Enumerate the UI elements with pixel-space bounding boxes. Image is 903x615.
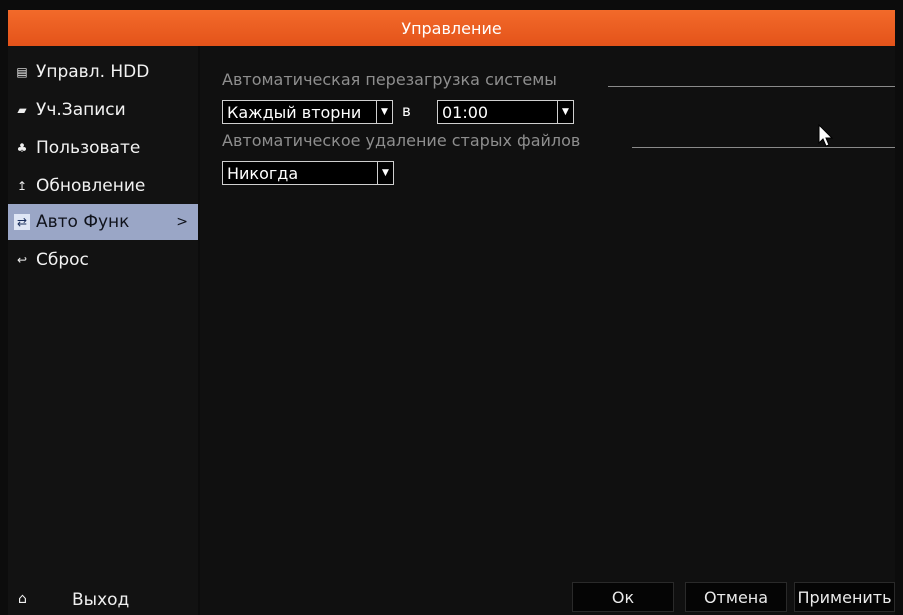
chevron-right-icon: > [176, 214, 188, 230]
sidebar-item-auto-functions[interactable]: ⇄ Авто Функ > [8, 204, 198, 240]
auto-reboot-title: Автоматическая перезагрузка системы [222, 70, 557, 89]
sidebar-item-label: Управл. HDD [36, 62, 150, 82]
reboot-time-value: 01:00 [442, 102, 489, 122]
window-title-bar: Управление [8, 10, 895, 46]
reset-icon: ↩ [16, 253, 28, 267]
folder-icon: ▰ [17, 103, 27, 117]
exit-label: Выход [72, 590, 130, 610]
sidebar-item-users[interactable]: ♣ Пользовате [8, 130, 198, 166]
sidebar-item-records[interactable]: ▰ Уч.Записи [8, 92, 198, 128]
cancel-label: Отмена [703, 587, 769, 607]
mouse-cursor-icon [818, 124, 834, 147]
auto-delete-title: Автоматическое удаление старых файлов [222, 131, 581, 150]
sidebar-item-label: Авто Функ [36, 212, 130, 232]
reboot-day-select[interactable]: Каждый вторни ▼ [222, 100, 393, 124]
auto-delete-value: Никогда [227, 163, 299, 183]
home-icon: ⌂ [18, 591, 27, 607]
sidebar-item-label: Сброс [36, 250, 89, 270]
reboot-day-value: Каждый вторни [227, 102, 362, 122]
auto-delete-select[interactable]: Никогда ▼ [222, 161, 394, 185]
section-divider [632, 147, 895, 148]
upgrade-icon: ↥ [16, 179, 28, 193]
apply-button[interactable]: Применить [794, 582, 895, 612]
dropdown-arrow-icon: ▼ [377, 162, 393, 184]
window-title: Управление [401, 18, 502, 38]
hdd-icon: ▤ [16, 65, 28, 79]
sidebar: ▤ Управл. HDD ▰ Уч.Записи ♣ Пользовате ↥… [8, 46, 198, 615]
dropdown-arrow-icon: ▼ [557, 101, 573, 123]
ok-label: Ок [611, 587, 635, 607]
users-icon: ♣ [16, 141, 28, 155]
exit-button[interactable]: ⌂ Выход [8, 585, 198, 615]
section-divider [608, 86, 895, 87]
sidebar-item-hdd[interactable]: ▤ Управл. HDD [8, 54, 198, 90]
reboot-time-select[interactable]: 01:00 ▼ [437, 100, 574, 124]
sidebar-item-reset[interactable]: ↩ Сброс [8, 242, 198, 278]
sidebar-item-upgrade[interactable]: ↥ Обновление [8, 168, 198, 204]
dropdown-arrow-icon: ▼ [376, 101, 392, 123]
sidebar-item-label: Обновление [36, 176, 146, 196]
sidebar-item-label: Пользовате [36, 138, 141, 158]
ok-button[interactable]: Ок [572, 582, 674, 612]
at-label: в [402, 102, 411, 120]
cancel-button[interactable]: Отмена [685, 582, 787, 612]
apply-label: Применить [797, 587, 892, 607]
sidebar-item-label: Уч.Записи [36, 100, 126, 120]
auto-function-icon: ⇄ [14, 214, 30, 230]
